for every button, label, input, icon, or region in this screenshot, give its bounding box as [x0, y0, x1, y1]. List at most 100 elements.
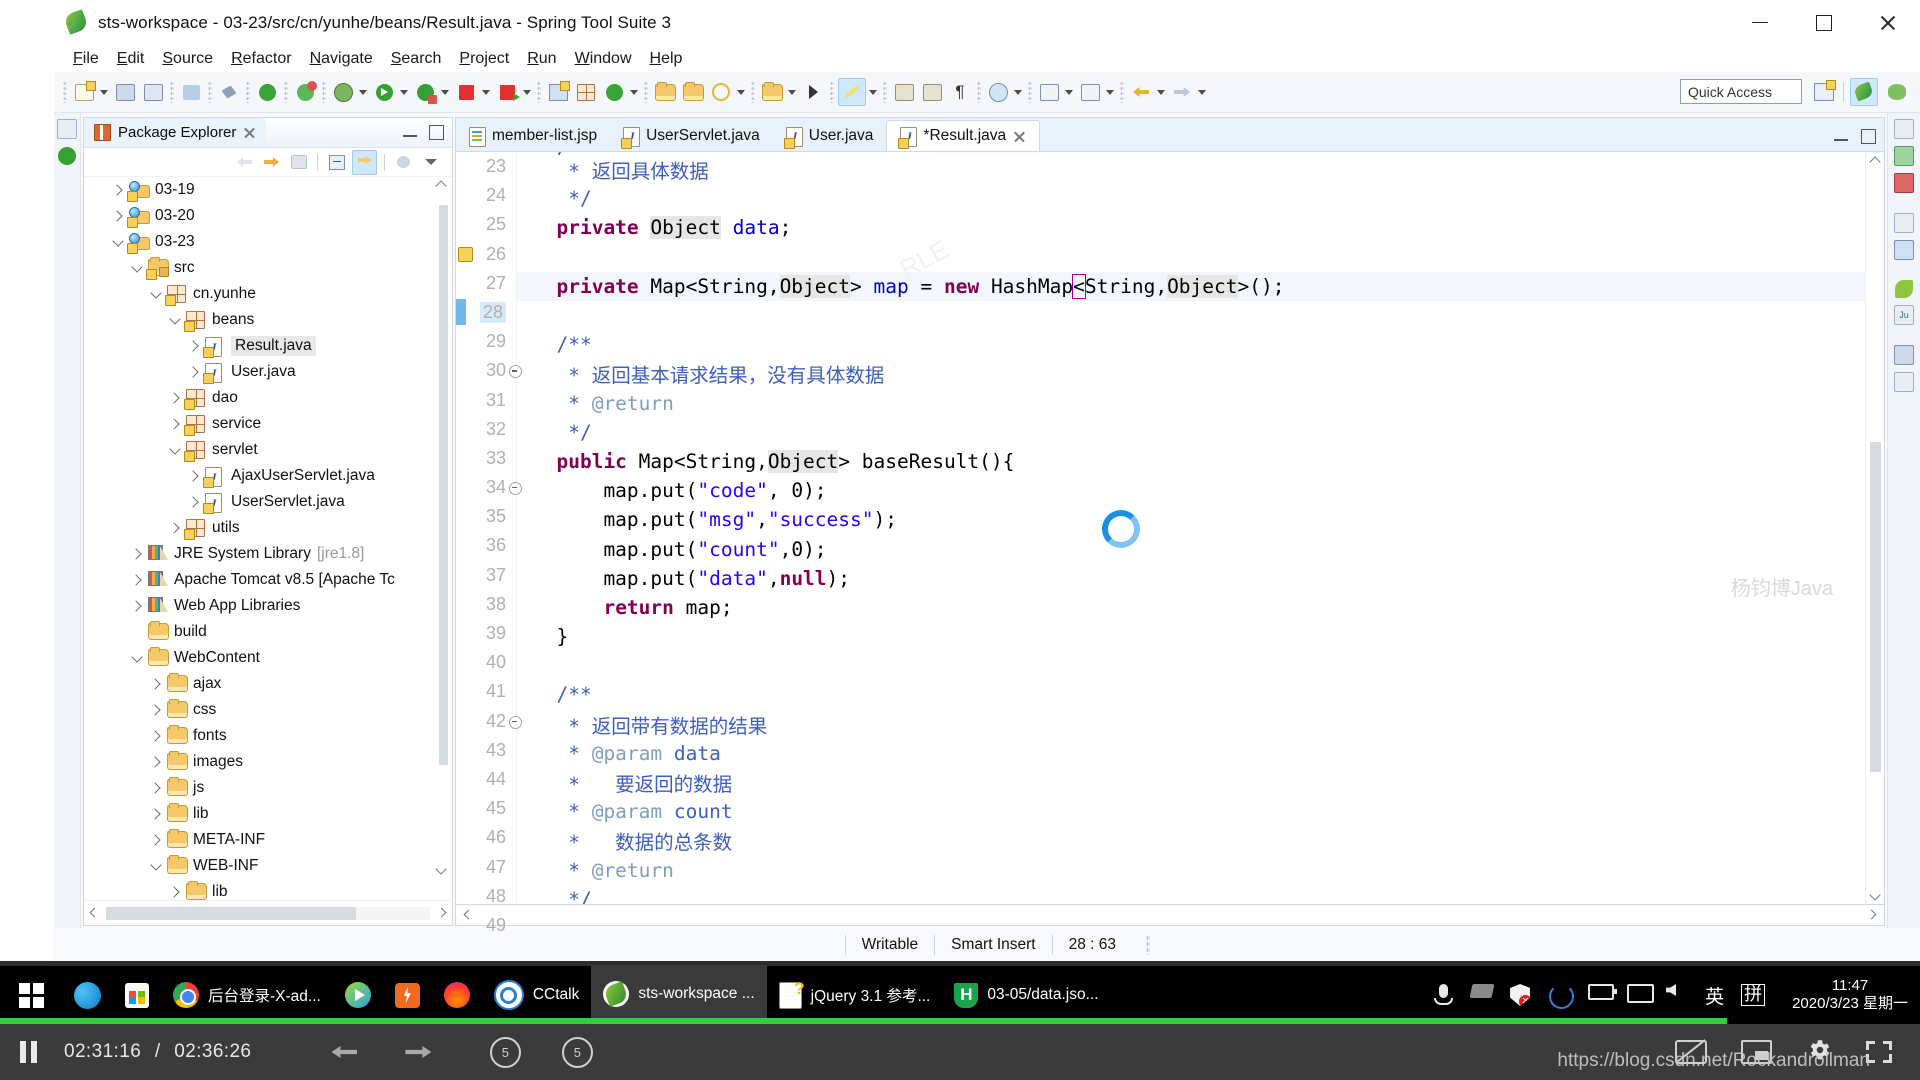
gutter-line-32[interactable]: 32: [456, 415, 516, 444]
taskbar-clock[interactable]: 11:47 2020/3/23 星期一: [1782, 977, 1908, 1014]
open-perspective-button[interactable]: [1811, 79, 1837, 105]
editor-vertical-scrollbar[interactable]: [1867, 152, 1883, 904]
code-line-42[interactable]: /**: [517, 680, 1865, 709]
editor-scroll-right-icon[interactable]: [1866, 909, 1878, 921]
collapse-all-icon[interactable]: [325, 151, 348, 174]
tree-item-build[interactable]: build: [84, 619, 452, 645]
project-tree[interactable]: 03-19 03-20 03-23 src cn.yunhe beans J Result.j…: [84, 177, 452, 900]
taskbar-app-media-player[interactable]: [333, 966, 383, 1024]
boot-dashboard-fastview-icon[interactable]: [58, 147, 76, 165]
menu-help[interactable]: Help: [641, 48, 692, 70]
scroll-right-icon[interactable]: [436, 907, 448, 919]
toolbar-grip-4[interactable]: [246, 81, 250, 103]
pilcrow-icon[interactable]: ¶: [947, 79, 973, 105]
toolbar-grip-3[interactable]: [208, 81, 212, 103]
code-line-38[interactable]: map.put("data", null);: [517, 564, 1865, 593]
marker-icon[interactable]: [800, 79, 826, 105]
tree-item-css[interactable]: css: [84, 697, 452, 723]
ime-language-indicator[interactable]: 英: [1705, 982, 1724, 1009]
chevron-right-icon[interactable]: [183, 496, 205, 508]
chevron-right-icon[interactable]: [164, 886, 186, 898]
tree-item-web-inf[interactable]: WEB-INF: [84, 853, 452, 879]
gutter-line-47[interactable]: 47: [456, 853, 516, 882]
stop-icon[interactable]: [453, 79, 479, 105]
focus-on-active-task-icon[interactable]: [392, 151, 415, 174]
chevron-right-icon[interactable]: [164, 392, 186, 404]
tree-item-ajaxuserservlet.java[interactable]: J AjaxUserServlet.java: [84, 463, 452, 489]
boot-dashboard-view-icon[interactable]: [1894, 173, 1914, 193]
spring-explorer-icon[interactable]: [1895, 280, 1913, 298]
code-line-35[interactable]: map.put("code", 0);: [517, 476, 1865, 505]
console-view-icon[interactable]: [1894, 345, 1914, 365]
volume-icon[interactable]: [1666, 984, 1688, 1006]
next-edit-icon[interactable]: [1077, 79, 1103, 105]
gutter-line-40[interactable]: 40: [456, 648, 516, 677]
globe-dropdown[interactable]: [1012, 81, 1023, 103]
editor-scroll-down-icon[interactable]: [1868, 889, 1881, 901]
new-wizard-icon[interactable]: [71, 79, 97, 105]
back-dropdown[interactable]: [1155, 81, 1166, 103]
chevron-down-icon[interactable]: [164, 442, 186, 455]
tree-item-result.java[interactable]: J Result.java: [84, 333, 452, 359]
screen-off-icon[interactable]: [1469, 984, 1495, 1006]
menu-edit[interactable]: Edit: [108, 48, 154, 70]
microphone-icon[interactable]: [1432, 984, 1454, 1006]
menu-run[interactable]: Run: [518, 48, 565, 70]
run-icon[interactable]: [371, 79, 397, 105]
editor-scroll-up-icon[interactable]: [1868, 156, 1881, 168]
editor-scroll-thumb[interactable]: [1870, 442, 1881, 772]
security-shield-error-icon[interactable]: ✕: [1510, 984, 1532, 1006]
previous-edit-icon[interactable]: [1036, 79, 1062, 105]
code-line-49[interactable]: */: [517, 885, 1865, 904]
gutter-line-44[interactable]: 44: [456, 765, 516, 794]
chevron-right-icon[interactable]: [126, 600, 148, 612]
maximize-view-icon[interactable]: [429, 125, 444, 140]
previous-edit-dropdown[interactable]: [1063, 81, 1074, 103]
previous-button[interactable]: [321, 1024, 367, 1080]
toolbar-grip-10[interactable]: [830, 81, 834, 103]
chevron-right-icon[interactable]: [107, 184, 129, 196]
next-annotation-icon[interactable]: [919, 79, 945, 105]
tree-item-cn.yunhe[interactable]: cn.yunhe: [84, 281, 452, 307]
pencil-edit-icon[interactable]: [838, 78, 866, 106]
tree-item-servlet[interactable]: servlet: [84, 437, 452, 463]
package-explorer-tab[interactable]: Package Explorer: [84, 118, 267, 147]
perspective-debug-button[interactable]: [1884, 79, 1910, 105]
gutter-line-35[interactable]: 35: [456, 502, 516, 531]
code-line-26[interactable]: private Object data;: [517, 213, 1865, 242]
editor-tab-result.java[interactable]: J *Result.java: [886, 120, 1041, 152]
code-line-37[interactable]: map.put("count", 0);: [517, 534, 1865, 563]
up-one-level-icon[interactable]: [287, 151, 310, 174]
maximize-button[interactable]: [1792, 0, 1856, 45]
restore-right-view-icon[interactable]: [1894, 119, 1914, 139]
toolbar-grip-5[interactable]: [284, 81, 288, 103]
gutter-line-29[interactable]: 29: [456, 327, 516, 356]
previous-annotation-icon[interactable]: [891, 79, 917, 105]
code-line-46[interactable]: * @param count: [517, 797, 1865, 826]
scroll-thumb[interactable]: [439, 205, 448, 765]
new-wizard-dropdown[interactable]: [98, 81, 109, 103]
chevron-right-icon[interactable]: [145, 730, 167, 742]
menu-project[interactable]: Project: [450, 48, 518, 70]
boot-dashboard-icon[interactable]: [254, 79, 280, 105]
new-package-icon[interactable]: [573, 79, 599, 105]
open-resource-icon[interactable]: [680, 79, 706, 105]
toolbar-grip-6[interactable]: [322, 81, 326, 103]
tree-item-utils[interactable]: utils: [84, 515, 452, 541]
taskbar-app-cctalk[interactable]: CCtalk: [482, 966, 592, 1024]
tree-item-user.java[interactable]: J User.java: [84, 359, 452, 385]
maximize-editor-icon[interactable]: [1861, 129, 1876, 144]
code-line-45[interactable]: * 要返回的数据: [517, 768, 1865, 797]
back-navigation-icon[interactable]: [1128, 79, 1154, 105]
stop-dropdown[interactable]: [480, 81, 491, 103]
run-server-icon[interactable]: [494, 79, 520, 105]
new-java-project-icon[interactable]: [545, 79, 571, 105]
run-external-dropdown[interactable]: [439, 81, 450, 103]
chevron-right-icon[interactable]: [145, 834, 167, 846]
tree-item-ajax[interactable]: ajax: [84, 671, 452, 697]
tree-vertical-scrollbar[interactable]: [435, 179, 450, 876]
toolbar-grip-9[interactable]: [751, 81, 755, 103]
taskbar-app-hbuilder[interactable]: H 03-05/data.jso...: [942, 966, 1110, 1024]
chevron-down-icon[interactable]: [145, 286, 167, 299]
toolbar-grip-8[interactable]: [644, 81, 648, 103]
